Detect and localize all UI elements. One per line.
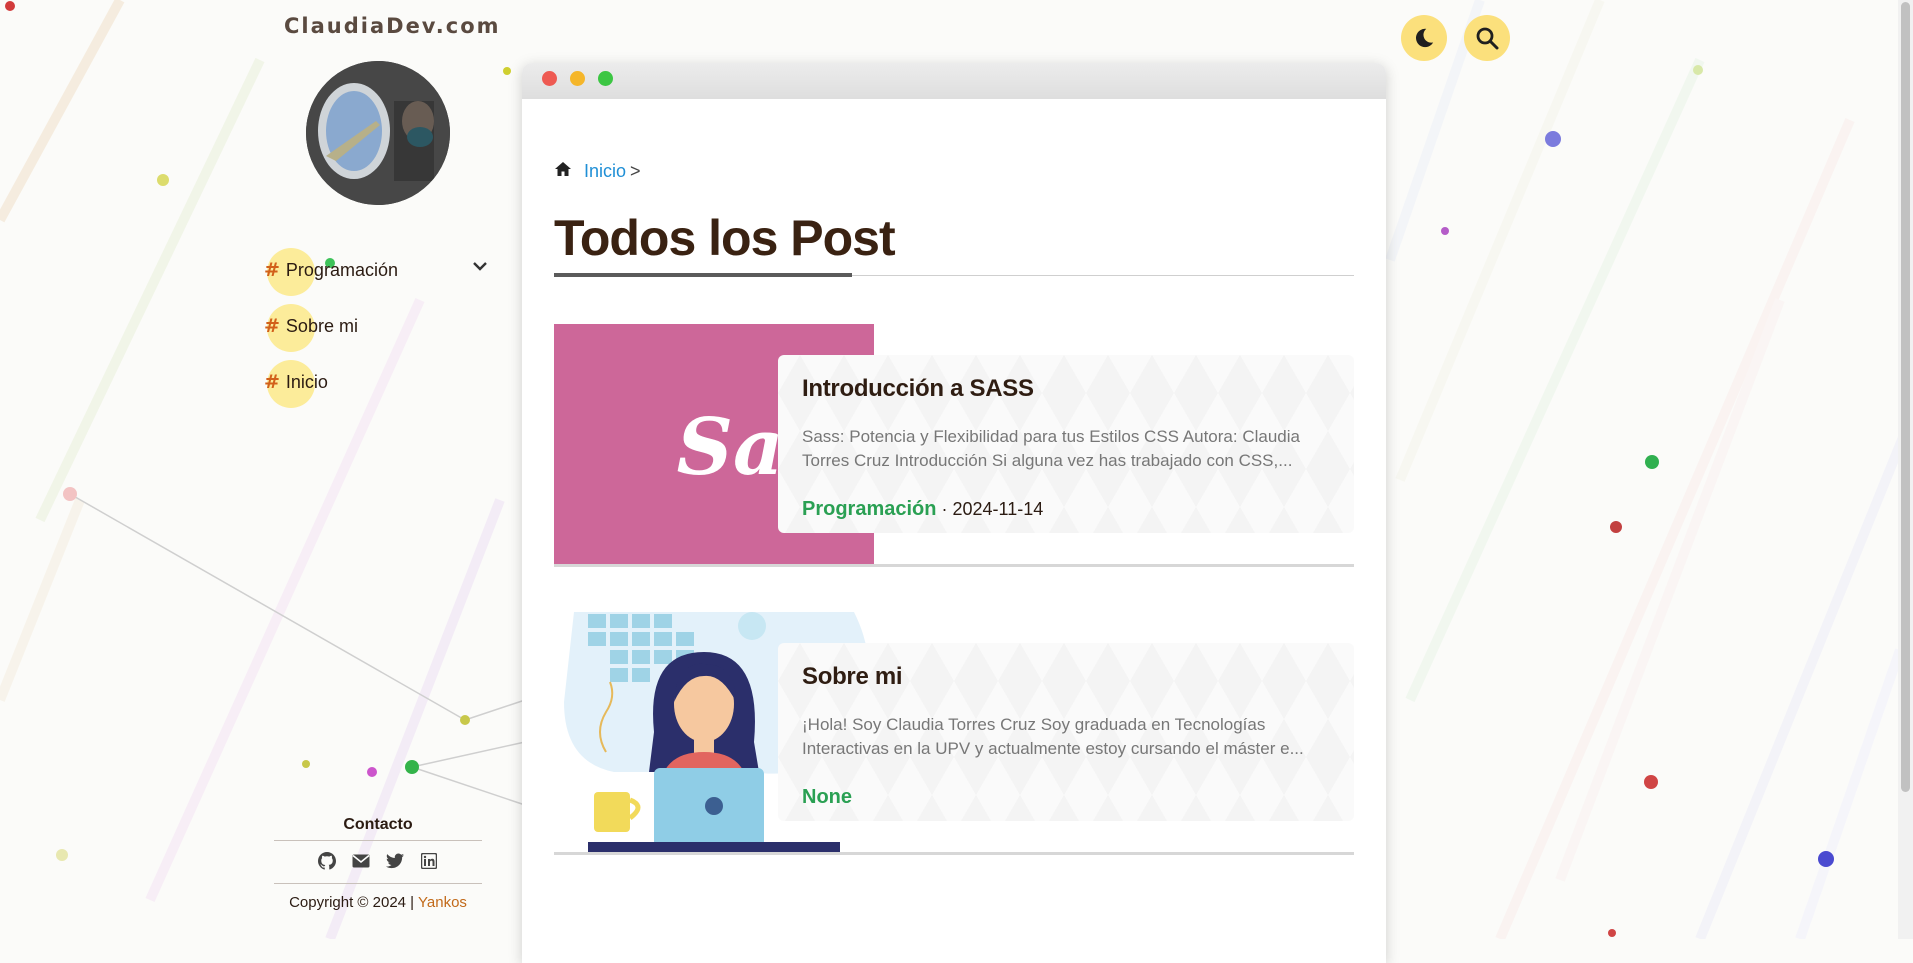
search-icon [1476,27,1499,50]
post-card[interactable]: Sobre mi ¡Hola! Soy Claudia Torres Cruz … [554,612,1354,855]
card-divider [554,564,1354,567]
breadcrumb: Inicio > [554,161,641,182]
close-window-button[interactable] [542,71,557,86]
post-excerpt: ¡Hola! Soy Claudia Torres Cruz Soy gradu… [802,715,1304,758]
chevron-down-icon[interactable] [472,255,488,276]
theme-toggle-button[interactable] [1401,15,1447,61]
twitter-icon[interactable] [385,851,405,871]
page-title: Todos los Post [554,210,896,266]
avatar-photo [306,61,450,205]
sidebar-item-label: Sobre mi [285,315,358,336]
sidebar-nav: # Programación # Sobre mi # Inicio [262,248,502,416]
post-meta: None [802,786,852,809]
main-window: Inicio > Todos los Post Sass Introducció… [522,63,1386,963]
copyright: Copyright © 2024 | Yankos [274,894,482,911]
minimize-window-button[interactable] [570,71,585,86]
sidebar-item-label: Programación [285,259,398,280]
post-info: Sobre mi ¡Hola! Soy Claudia Torres Cruz … [778,643,1354,821]
post-date: · 2024-11-14 [941,499,1044,519]
post-info: Introducción a SASS Sass: Potencia y Fle… [778,355,1354,533]
post-card[interactable]: Sass Introducción a SASS Sass: Potencia … [554,324,1354,567]
home-icon[interactable] [554,161,572,182]
social-links [274,851,482,871]
divider [274,840,482,841]
copyright-text: Copyright © 2024 | [289,894,415,911]
contact-section: Contacto Copyright © 2024 | Yankos [274,816,482,911]
post-title[interactable]: Sobre mi [802,663,903,691]
linkedin-icon[interactable] [419,851,439,871]
sidebar-item-programacion[interactable]: # Programación [262,248,502,304]
maximize-window-button[interactable] [598,71,613,86]
breadcrumb-separator: > [630,161,641,181]
search-button[interactable] [1464,15,1510,61]
post-category[interactable]: None [802,786,852,808]
contact-title: Contacto [343,816,413,833]
scrollbar-thumb[interactable] [1901,2,1910,792]
divider [274,883,482,884]
github-icon[interactable] [317,851,337,871]
sidebar-item-sobre-mi[interactable]: # Sobre mi [262,304,502,360]
title-underline [554,273,852,277]
hash-icon: # [264,371,280,393]
moon-icon [1415,28,1434,48]
email-icon[interactable] [351,851,371,871]
hash-icon: # [264,259,280,281]
window-titlebar [522,63,1386,99]
post-title[interactable]: Introducción a SASS [802,375,1034,403]
sidebar-item-inicio[interactable]: # Inicio [262,360,502,416]
post-excerpt: Sass: Potencia y Flexibilidad para tus E… [802,427,1300,470]
post-meta: Programación · 2024-11-14 [802,498,1043,521]
author-link[interactable]: Yankos [418,894,467,911]
avatar [306,61,450,205]
sidebar-item-label: Inicio [285,371,328,392]
post-category[interactable]: Programación [802,498,936,520]
hash-icon: # [264,315,280,337]
site-title[interactable]: ClaudiaDev.com [284,14,501,38]
card-divider [554,852,1354,855]
breadcrumb-link-inicio[interactable]: Inicio [584,161,626,182]
page-scrollbar[interactable] [1898,0,1913,939]
